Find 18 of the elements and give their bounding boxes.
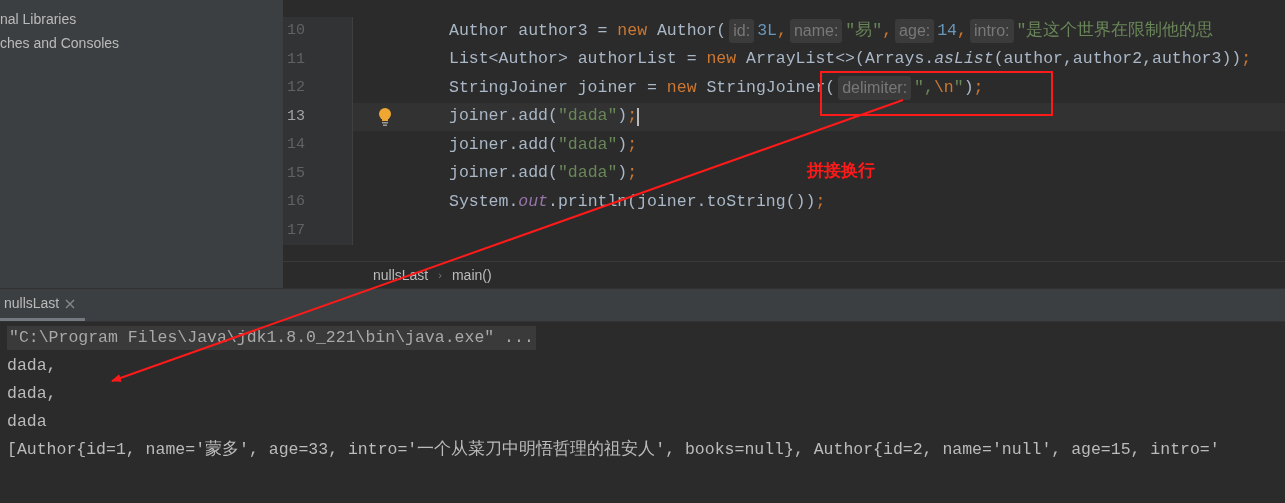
code-line: joiner.add("dada");	[449, 105, 640, 128]
breadcrumb[interactable]: main()	[451, 264, 492, 286]
code-line: joiner.add("dada");	[449, 162, 638, 185]
tree-item[interactable]: nal Libraries	[0, 10, 77, 28]
tree-item[interactable]: ches and Consoles	[0, 34, 120, 52]
code-line: joiner.add("dada");	[449, 133, 638, 156]
console-line: dada	[7, 411, 47, 434]
lightbulb-icon[interactable]	[378, 107, 392, 126]
code-line: List<Author> authorList = new ArrayList<>(Arrays.asList(author,author2,author3));	[449, 48, 1252, 71]
line-number: 13	[287, 106, 305, 127]
console-line: dada,	[7, 383, 57, 406]
code-line: Author author3 = new Author( id: 3L, name: "易", age: 14, intro: "是这个世界在限制他的思	[449, 18, 1214, 44]
annotation-label: 拼接换行	[807, 160, 875, 182]
console-line: dada,	[7, 354, 57, 377]
close-icon[interactable]	[65, 298, 76, 309]
text-cursor	[637, 107, 640, 126]
console-line: [Author{id=1, name='蒙多', age=33, intro='一个从菜刀中明悟哲理的祖安人', books=null}, Author{id=2, name='null', age=15, intro='	[7, 438, 1220, 462]
breadcrumb-separator: ›	[438, 267, 442, 283]
